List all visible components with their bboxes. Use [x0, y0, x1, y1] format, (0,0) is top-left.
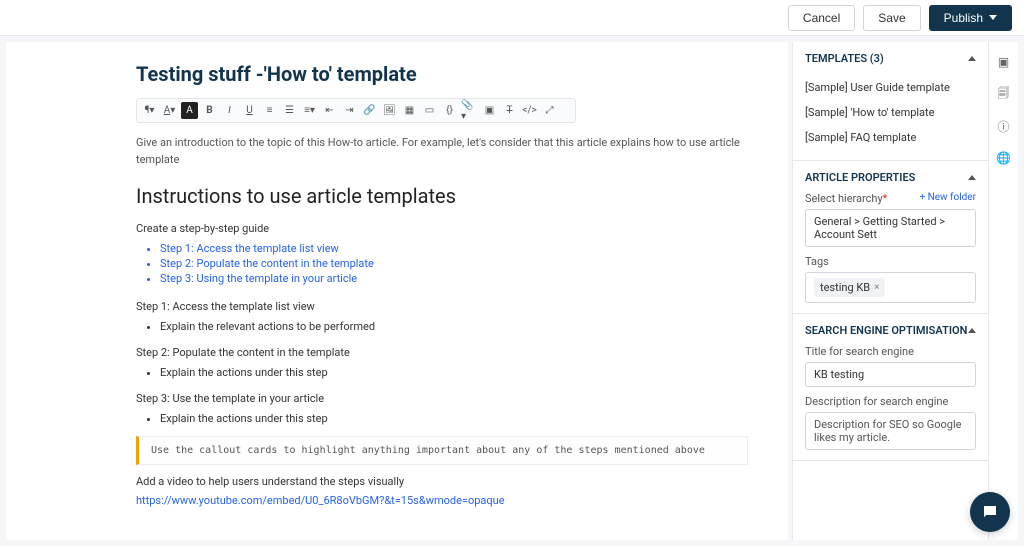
- new-folder-link[interactable]: + New folder: [919, 192, 976, 205]
- seo-title: SEARCH ENGINE OPTIMISATION: [805, 324, 967, 337]
- right-sidebar: TEMPLATES (3) [Sample] User Guide templa…: [792, 42, 988, 540]
- align-icon[interactable]: ≡▾: [301, 102, 318, 119]
- info-rail-icon[interactable]: ⓘ: [996, 118, 1012, 134]
- hierarchy-label: Select hierarchy: [805, 192, 883, 205]
- link-icon[interactable]: 🔗: [361, 102, 378, 119]
- template-item[interactable]: [Sample] 'How to' template: [805, 100, 976, 125]
- article-title[interactable]: Testing stuff -'How to' template: [136, 62, 748, 86]
- panel-toggle-icon[interactable]: ▣: [996, 54, 1012, 70]
- seo-title-input[interactable]: KB testing: [805, 362, 976, 387]
- toc-link[interactable]: Step 1: Access the template list view: [160, 241, 748, 256]
- chat-fab-button[interactable]: [970, 492, 1010, 532]
- editor-pane: Testing stuff -'How to' template ¶▾ A▾ A…: [6, 42, 788, 540]
- font-color-icon[interactable]: A▾: [161, 102, 178, 119]
- table-icon[interactable]: ▦: [401, 102, 418, 119]
- step-heading[interactable]: Step 2: Populate the content in the temp…: [136, 346, 748, 359]
- tags-input[interactable]: testing KB ×: [805, 272, 976, 303]
- seo-panel-header[interactable]: SEARCH ENGINE OPTIMISATION: [805, 324, 976, 337]
- properties-title: ARTICLE PROPERTIES: [805, 171, 915, 184]
- right-icon-rail: ▣ 🗐 ⓘ 🌐: [988, 42, 1018, 540]
- chat-icon: [981, 503, 999, 521]
- image-icon[interactable]: 🖼: [381, 102, 398, 119]
- intro-text[interactable]: Give an introduction to the topic of thi…: [136, 135, 748, 168]
- template-item[interactable]: [Sample] FAQ template: [805, 125, 976, 150]
- template-item[interactable]: [Sample] User Guide template: [805, 75, 976, 100]
- publish-dropdown-caret[interactable]: [989, 15, 997, 20]
- section-heading[interactable]: Instructions to use article templates: [136, 184, 748, 208]
- templates-panel-header[interactable]: TEMPLATES (3): [805, 52, 976, 65]
- tag-remove-icon[interactable]: ×: [874, 282, 879, 293]
- expand-icon[interactable]: ⤢: [541, 102, 558, 119]
- chevron-up-icon: [968, 175, 976, 180]
- bullet-list-icon[interactable]: ≡: [261, 102, 278, 119]
- step-bullet[interactable]: Explain the actions under this step: [160, 365, 748, 380]
- save-button[interactable]: Save: [863, 5, 920, 31]
- chevron-up-icon: [968, 56, 976, 61]
- video-link[interactable]: https://www.youtube.com/embed/U0_6R8oVbG…: [136, 494, 748, 507]
- highlight-icon[interactable]: A: [181, 102, 198, 119]
- publish-label: Publish: [944, 11, 983, 25]
- step-heading[interactable]: Step 3: Use the template in your article: [136, 392, 748, 405]
- attachments-rail-icon[interactable]: 🗐: [996, 86, 1012, 102]
- rich-text-toolbar: ¶▾ A▾ A B I U ≡ ☰ ≡▾ ⇤ ⇥ 🔗 🖼 ▦ ▭ {} 📎▾ ▣…: [136, 98, 576, 123]
- clear-format-icon[interactable]: T: [501, 102, 518, 119]
- heading-dropdown-icon[interactable]: ¶▾: [141, 102, 158, 119]
- underline-icon[interactable]: U: [241, 102, 258, 119]
- bold-icon[interactable]: B: [201, 102, 218, 119]
- numbered-list-icon[interactable]: ☰: [281, 102, 298, 119]
- guide-label[interactable]: Create a step-by-step guide: [136, 222, 748, 235]
- step-bullet[interactable]: Explain the actions under this step: [160, 411, 748, 426]
- tag-chip: testing KB ×: [814, 278, 885, 297]
- seo-desc-textarea[interactable]: Description for SEO so Google likes my a…: [805, 412, 976, 450]
- video-label[interactable]: Add a video to help users understand the…: [136, 475, 748, 488]
- source-icon[interactable]: </>: [521, 102, 538, 119]
- video-icon[interactable]: ▭: [421, 102, 438, 119]
- publish-button[interactable]: Publish: [929, 5, 1012, 31]
- toc-link[interactable]: Step 2: Populate the content in the temp…: [160, 256, 748, 271]
- step-bullet[interactable]: Explain the relevant actions to be perfo…: [160, 319, 748, 334]
- attachment-icon[interactable]: 📎▾: [461, 102, 478, 119]
- code-block-icon[interactable]: {}: [441, 102, 458, 119]
- tags-label: Tags: [805, 255, 829, 268]
- hierarchy-select[interactable]: General > Getting Started > Account Sett: [805, 209, 976, 247]
- italic-icon[interactable]: I: [221, 102, 238, 119]
- step-heading[interactable]: Step 1: Access the template list view: [136, 300, 748, 313]
- required-icon: *: [883, 192, 888, 205]
- callout-card[interactable]: Use the callout cards to highlight anyth…: [136, 436, 748, 465]
- seo-desc-label: Description for search engine: [805, 395, 948, 408]
- seo-title-label: Title for search engine: [805, 345, 914, 358]
- indent-icon[interactable]: ⇥: [341, 102, 358, 119]
- outdent-icon[interactable]: ⇤: [321, 102, 338, 119]
- chevron-up-icon: [968, 328, 976, 333]
- templates-title: TEMPLATES: [805, 52, 867, 65]
- templates-count: (3): [870, 52, 884, 65]
- callout-icon[interactable]: ▣: [481, 102, 498, 119]
- toc-link[interactable]: Step 3: Using the template in your artic…: [160, 271, 748, 286]
- top-action-bar: Cancel Save Publish: [0, 0, 1024, 36]
- cancel-button[interactable]: Cancel: [788, 5, 855, 31]
- globe-rail-icon[interactable]: 🌐: [996, 150, 1012, 166]
- properties-panel-header[interactable]: ARTICLE PROPERTIES: [805, 171, 976, 184]
- tag-label: testing KB: [820, 281, 870, 294]
